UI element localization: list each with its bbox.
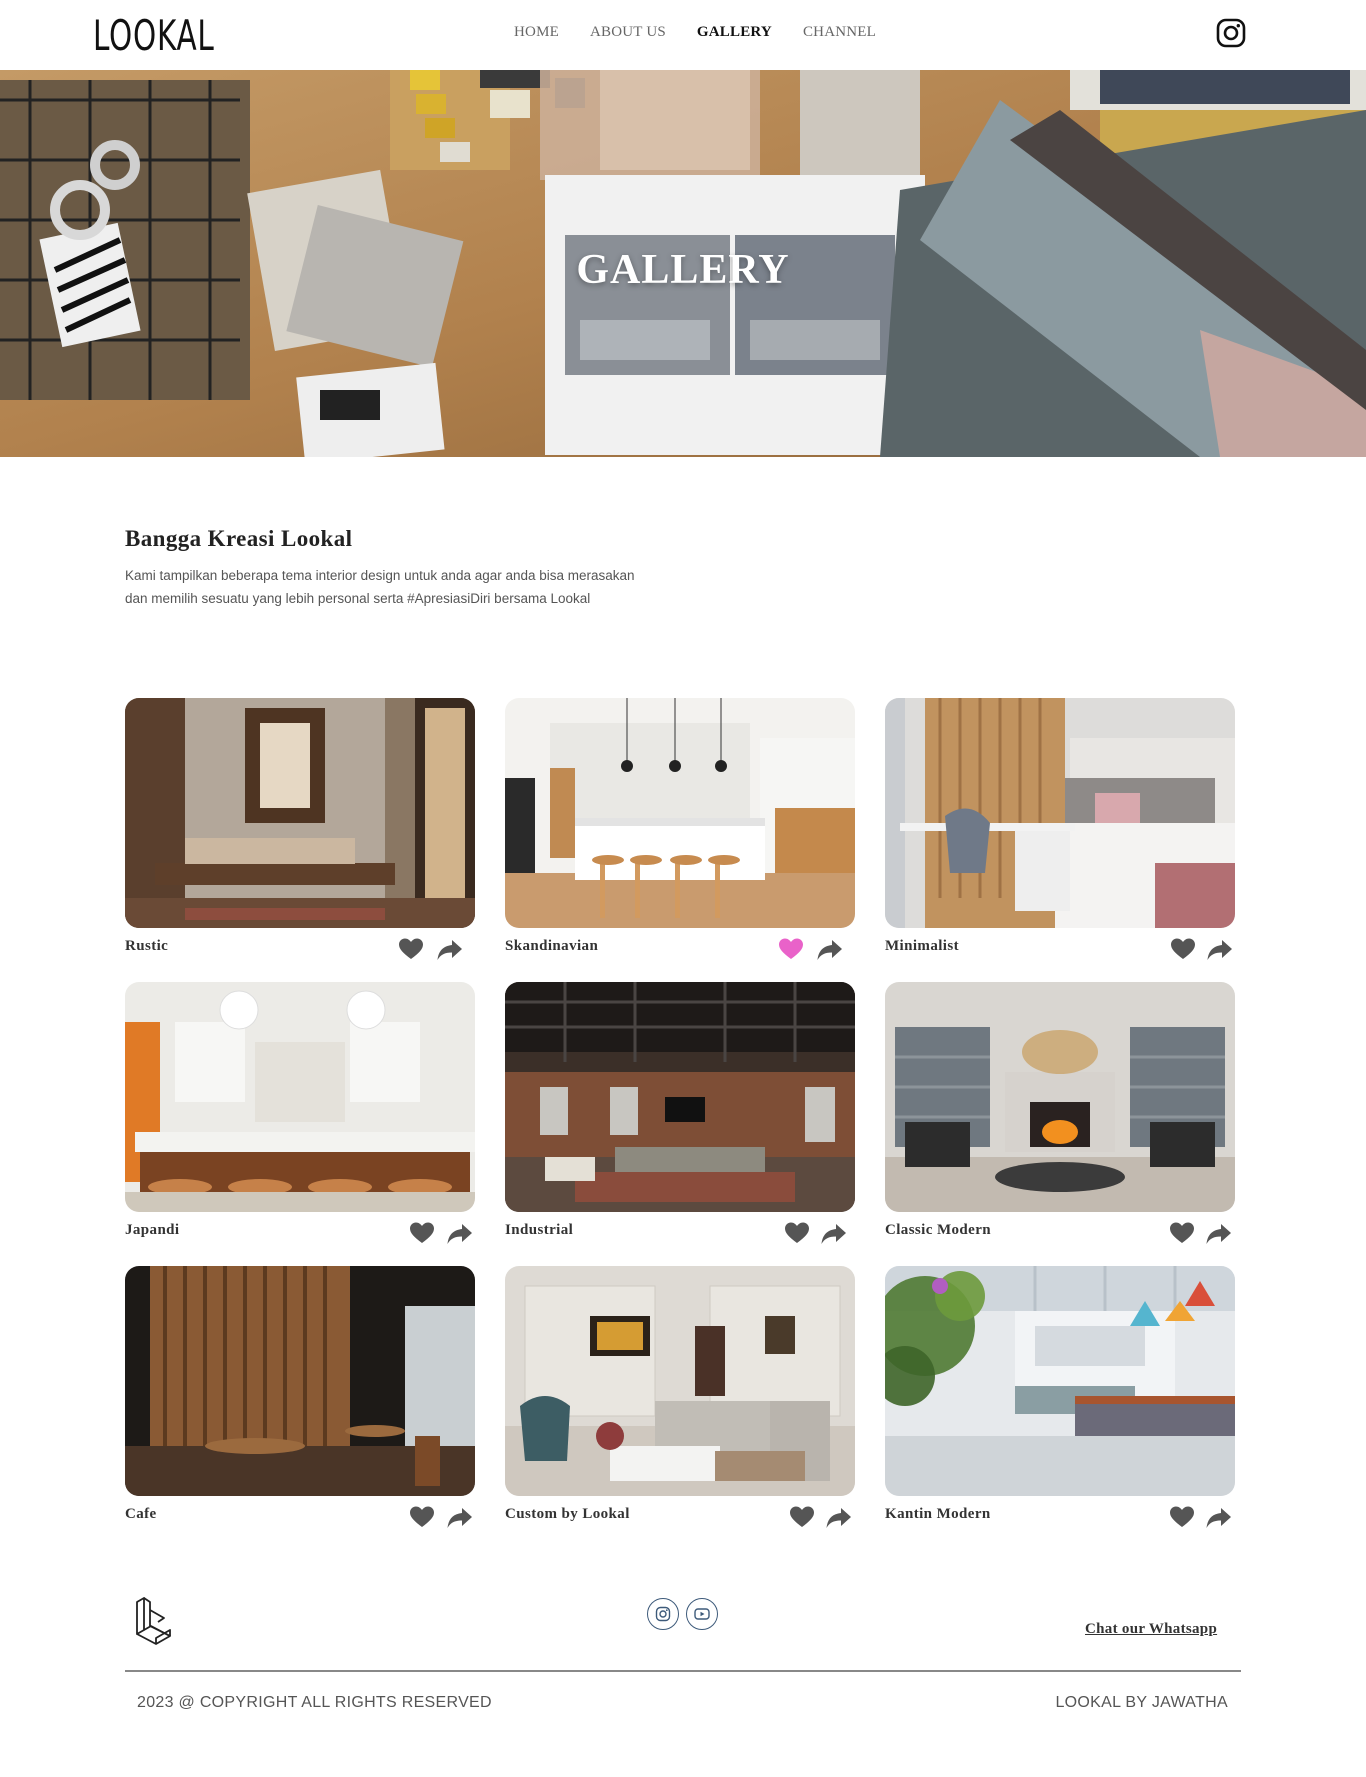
minimalist-image[interactable] — [885, 698, 1235, 928]
share-icon[interactable] — [1206, 1223, 1232, 1245]
classic-modern-image[interactable] — [885, 982, 1235, 1212]
share-icon[interactable] — [1206, 1507, 1232, 1529]
share-icon[interactable] — [826, 1507, 852, 1529]
top-navbar: LOOKAL HOME ABOUT US GALLERY CHANNEL — [0, 0, 1366, 70]
gallery-card[interactable]: Japandi — [125, 982, 475, 1244]
gallery-card[interactable]: Rustic — [125, 698, 475, 960]
gallery-card[interactable]: Industrial — [505, 982, 855, 1244]
gallery-card-title: Custom by Lookal — [505, 1506, 630, 1522]
copyright-text: 2023 @ COPYRIGHT ALL RIGHTS RESERVED — [137, 1694, 492, 1711]
intro-text: Kami tampilkan beberapa tema interior de… — [125, 568, 635, 606]
footer-divider — [125, 1670, 1241, 1672]
share-icon[interactable] — [1207, 939, 1233, 961]
cafe-image[interactable] — [125, 1266, 475, 1496]
skandinavian-image[interactable] — [505, 698, 855, 928]
gallery-card-title: Classic Modern — [885, 1222, 992, 1238]
whatsapp-link[interactable]: Chat our Whatsapp — [1085, 1621, 1217, 1638]
instagram-icon — [655, 1606, 671, 1622]
main-menu: HOME ABOUT US GALLERY CHANNEL — [514, 24, 907, 41]
footer-social-links — [647, 1598, 718, 1630]
hero-title: GALLERY — [576, 247, 790, 293]
gallery-card[interactable]: Minimalist — [885, 698, 1235, 960]
gallery-card-title: Skandinavian — [505, 938, 599, 954]
share-icon[interactable] — [817, 939, 843, 961]
footer-youtube-button[interactable] — [686, 1598, 718, 1630]
gallery-card[interactable]: Kantin Modern — [885, 1266, 1235, 1528]
gallery-card-title: Kantin Modern — [885, 1506, 991, 1522]
footer-instagram-button[interactable] — [647, 1598, 679, 1630]
share-icon[interactable] — [447, 1223, 473, 1245]
gallery-card-title: Industrial — [505, 1222, 574, 1238]
brand-logo[interactable]: LOOKAL — [93, 12, 215, 60]
heart-icon[interactable] — [1170, 1222, 1194, 1244]
heart-icon[interactable] — [399, 938, 423, 960]
share-icon[interactable] — [447, 1507, 473, 1529]
gallery-card[interactable]: Skandinavian — [505, 698, 855, 960]
kantin-modern-image[interactable] — [885, 1266, 1235, 1496]
heart-icon[interactable] — [410, 1222, 434, 1244]
footer-logo-icon[interactable] — [134, 1596, 174, 1646]
nav-gallery[interactable]: GALLERY — [697, 24, 772, 41]
rustic-image[interactable] — [125, 698, 475, 928]
gallery-card[interactable]: Custom by Lookal — [505, 1266, 855, 1528]
youtube-icon — [694, 1608, 710, 1620]
nav-home[interactable]: HOME — [514, 24, 559, 41]
nav-channel[interactable]: CHANNEL — [803, 24, 876, 41]
gallery-card[interactable]: Cafe — [125, 1266, 475, 1528]
gallery-card-title: Cafe — [125, 1506, 157, 1522]
share-icon[interactable] — [437, 939, 463, 961]
gallery-card-title: Japandi — [125, 1222, 180, 1238]
credit-text: LOOKAL BY JAWATHA — [1055, 1694, 1228, 1711]
instagram-icon[interactable] — [1216, 18, 1246, 48]
custom-by-lookal-image[interactable] — [505, 1266, 855, 1496]
heart-icon[interactable] — [410, 1506, 434, 1528]
gallery-card-title: Rustic — [125, 938, 169, 954]
heart-icon[interactable] — [1171, 938, 1195, 960]
share-icon[interactable] — [821, 1223, 847, 1245]
heart-icon[interactable] — [1170, 1506, 1194, 1528]
gallery-card-title: Minimalist — [885, 938, 959, 954]
japandi-image[interactable] — [125, 982, 475, 1212]
heart-icon[interactable] — [779, 938, 803, 960]
intro-title: Bangga Kreasi Lookal — [125, 526, 353, 551]
industrial-image[interactable] — [505, 982, 855, 1212]
heart-icon[interactable] — [785, 1222, 809, 1244]
hero-banner: GALLERY — [0, 70, 1366, 457]
nav-about-us[interactable]: ABOUT US — [590, 24, 666, 41]
heart-icon[interactable] — [790, 1506, 814, 1528]
gallery-card[interactable]: Classic Modern — [885, 982, 1235, 1244]
